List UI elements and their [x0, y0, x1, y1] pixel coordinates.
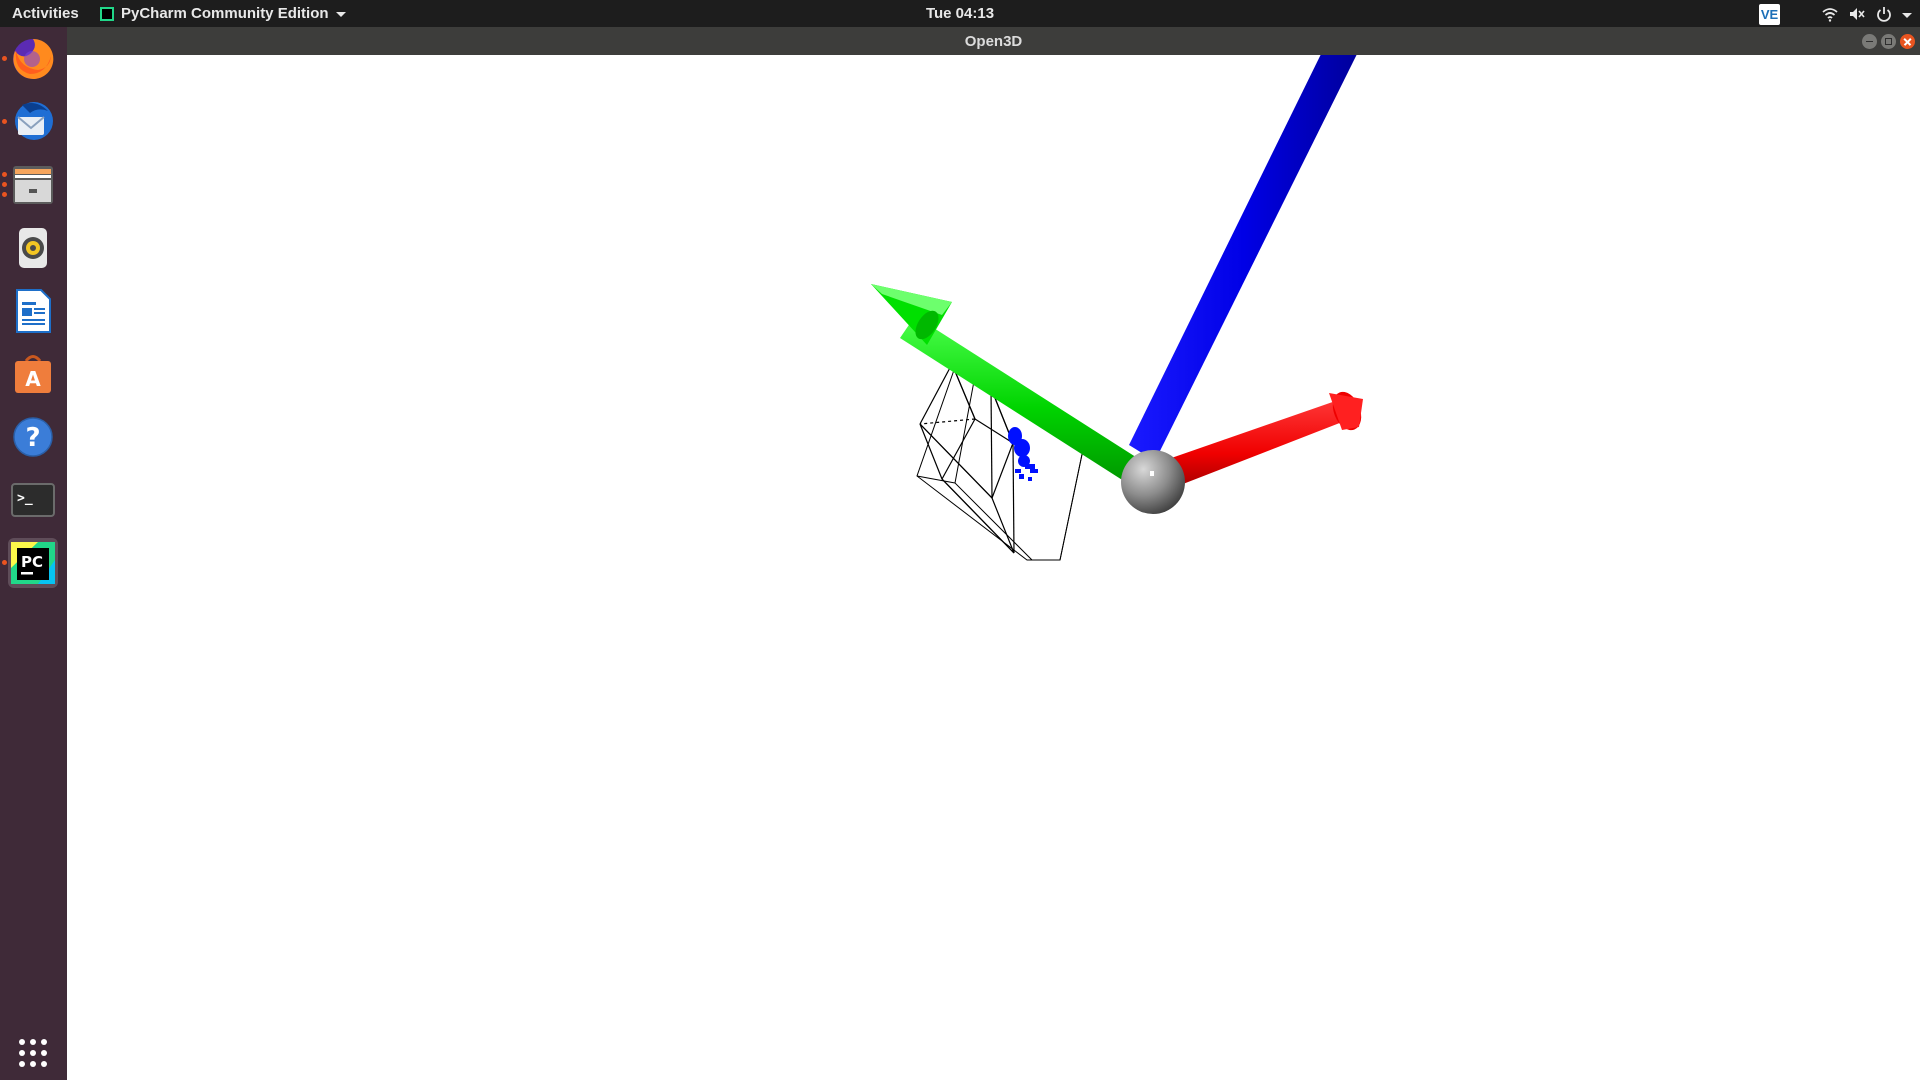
dock-item-pycharm[interactable]: PC: [2, 538, 58, 588]
show-applications-button[interactable]: [8, 1028, 58, 1078]
terminal-icon: >_: [11, 483, 55, 517]
files-icon: [13, 166, 53, 204]
power-icon[interactable]: [1876, 6, 1892, 22]
running-indicator: [2, 182, 7, 187]
activities-button[interactable]: Activities: [12, 5, 79, 22]
x-axis-arrow: [1157, 391, 1363, 491]
software-store-icon: A: [15, 355, 51, 393]
open3d-viewport[interactable]: [67, 55, 1920, 1080]
dock-item-writer[interactable]: [8, 286, 58, 336]
origin-highlight: [1150, 471, 1154, 476]
running-indicator: [2, 560, 7, 565]
dock-item-terminal[interactable]: >_: [8, 475, 58, 525]
chevron-down-icon: [335, 12, 346, 17]
dock-item-software[interactable]: A: [8, 349, 58, 399]
app-menu-label: PyCharm Community Edition: [121, 5, 329, 22]
window-controls: [1862, 34, 1915, 49]
running-indicator: [2, 119, 7, 124]
dock-item-rhythmbox[interactable]: [8, 223, 58, 273]
volume-muted-icon[interactable]: [1848, 6, 1866, 22]
app-menu-button[interactable]: PyCharm Community Edition: [100, 5, 346, 22]
wifi-icon[interactable]: [1822, 6, 1838, 22]
window-title-bar[interactable]: Open3D: [67, 27, 1920, 55]
running-indicator: [2, 192, 7, 197]
firefox-icon: [13, 38, 54, 79]
z-axis-arrow: [1129, 55, 1357, 461]
thunderbird-icon: [15, 102, 53, 140]
dock: A ? >_ PC: [0, 27, 68, 1080]
system-tray: VE: [1759, 2, 1912, 26]
tray-app-icon[interactable]: VE: [1759, 3, 1780, 25]
minimize-button[interactable]: [1862, 34, 1877, 49]
pycharm-small-icon: [100, 6, 114, 21]
help-icon: ?: [13, 417, 53, 457]
window-title: Open3D: [964, 33, 1023, 50]
close-button[interactable]: [1900, 34, 1915, 49]
store-glyph: A: [25, 367, 41, 391]
terminal-glyph: >_: [17, 491, 33, 506]
app-grid-icon: [19, 1039, 47, 1067]
scene-3d[interactable]: [67, 55, 1920, 1080]
system-menu-chevron-icon[interactable]: [1902, 12, 1912, 18]
running-indicator: [2, 56, 7, 61]
origin-sphere: [1121, 450, 1185, 514]
running-indicator: [2, 172, 7, 177]
top-bar: Activities PyCharm Community Edition Tue…: [0, 0, 1920, 27]
dock-item-thunderbird[interactable]: [2, 97, 58, 147]
clock-button[interactable]: Tue 04:13: [926, 5, 994, 22]
dock-item-files[interactable]: [2, 160, 58, 210]
writer-icon: [16, 289, 51, 333]
pycharm-glyph: PC: [21, 553, 43, 571]
maximize-button[interactable]: [1881, 34, 1896, 49]
rhythmbox-icon: [19, 228, 47, 268]
help-glyph: ?: [25, 423, 40, 453]
pycharm-icon: PC: [11, 542, 55, 584]
dock-item-help[interactable]: ?: [8, 412, 58, 462]
y-axis-arrow: [871, 284, 1167, 499]
dock-item-firefox[interactable]: [2, 34, 58, 84]
